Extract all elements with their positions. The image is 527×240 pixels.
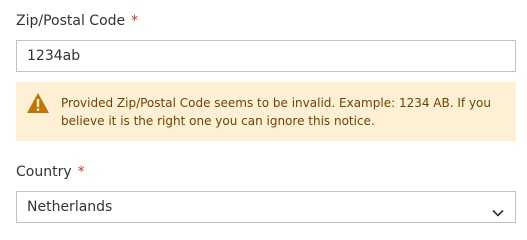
country-label-text: Country [16, 164, 72, 180]
chevron-down-icon [491, 201, 505, 217]
zip-required-mark: * [131, 13, 139, 29]
zip-input[interactable]: 1234ab [16, 40, 516, 72]
country-required-mark: * [77, 164, 85, 180]
warning-message: Provided Zip/Postal Code seems to be inv… [61, 96, 491, 128]
address-form: Zip/Postal Code * 1234ab Provided Zip/Pos… [0, 0, 527, 240]
country-selected-value: Netherlands [27, 199, 113, 215]
country-field-group: Country * Netherlands [16, 162, 516, 223]
zip-label: Zip/Postal Code * [16, 11, 516, 31]
zip-label-text: Zip/Postal Code [16, 13, 126, 29]
zip-field-group: Zip/Postal Code * 1234ab [16, 11, 516, 72]
zip-warning-notice: Provided Zip/Postal Code seems to be inv… [16, 82, 516, 141]
country-select[interactable]: Netherlands [16, 191, 516, 223]
country-label: Country * [16, 162, 516, 182]
zip-input-value: 1234ab [27, 48, 81, 64]
warning-icon [26, 92, 50, 114]
